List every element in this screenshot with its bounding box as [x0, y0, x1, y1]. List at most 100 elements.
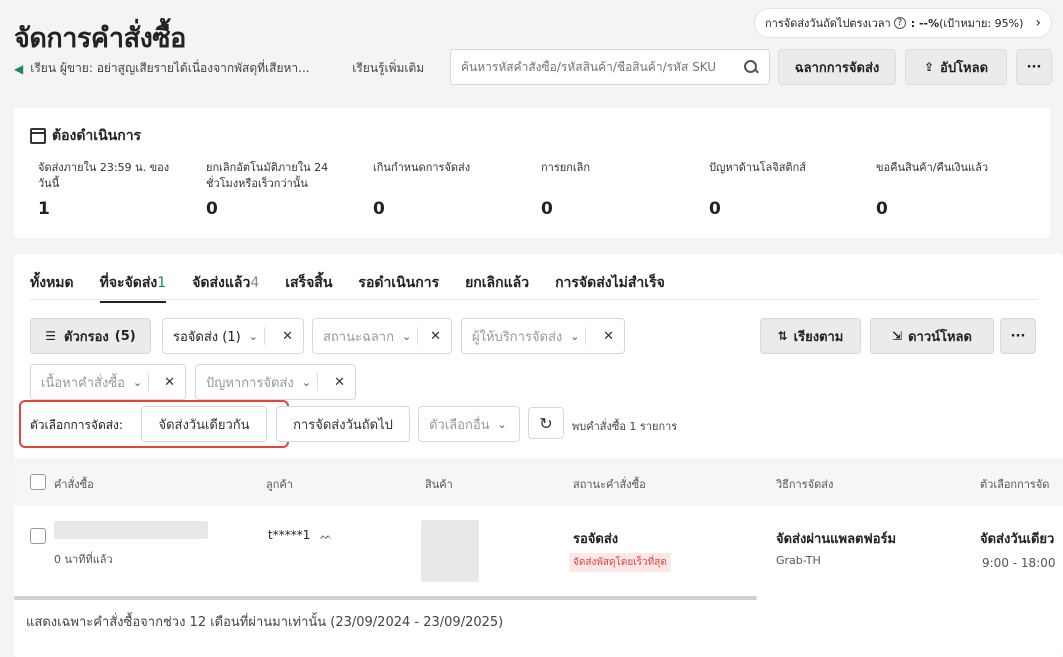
- filter-button[interactable]: ☰ ตัวกรอง (5): [30, 318, 151, 354]
- shipping-issue-placeholder: ปัญหาการจัดส่ง: [206, 375, 294, 391]
- shipping-option-value: จัดส่งวันเดียว: [980, 532, 1055, 547]
- sla-label: การจัดส่งวันถัดไปตรงเวลา: [765, 17, 891, 30]
- clear-icon[interactable]: ✕: [282, 329, 293, 344]
- delivery-window: 9:00 - 18:00: [982, 556, 1056, 570]
- row-checkbox[interactable]: [30, 528, 46, 544]
- seller-notice: ◀ เรียน ผู้ขาย: อย่าสูญเสียรายได้เนื่องจ…: [14, 59, 424, 78]
- to-do-label: ขอคืนสินค้า/คืนเงินแล้ว: [876, 161, 989, 174]
- order-tabs: ทั้งหมด ที่จะจัดส่ง1 จัดส่งแล้ว4 เสร็จสิ…: [30, 272, 691, 303]
- search-input[interactable]: [461, 60, 737, 74]
- filter-count: (5): [114, 328, 136, 344]
- to-do-cancellation[interactable]: การยกเลิก 0: [541, 160, 691, 219]
- to-do-title-text: ต้องดำเนินการ: [52, 128, 142, 144]
- tabs-divider: [30, 299, 1036, 300]
- horizontal-scrollbar[interactable]: [14, 596, 757, 600]
- next-day-option[interactable]: การจัดส่งวันถัดไป: [276, 406, 410, 442]
- product-thumbnail[interactable]: [421, 520, 479, 582]
- chevron-down-icon: ⌄: [301, 375, 311, 389]
- download-icon: ⇲: [892, 329, 903, 343]
- shipping-issue-filter[interactable]: ปัญหาการจัดส่ง ⌄ ✕: [195, 364, 356, 400]
- to-do-label: ยกเลิกอัตโนมัติภายใน 24 ชั่วโมงหรือเร็วก…: [206, 161, 329, 190]
- clear-icon[interactable]: ✕: [603, 329, 614, 344]
- clear-icon[interactable]: ✕: [334, 375, 345, 390]
- orders-panel: ทั้งหมด ที่จะจัดส่ง1 จัดส่งแล้ว4 เสร็จสิ…: [14, 254, 1063, 657]
- table-header: คำสั่งซื้อ ลูกค้า สินค้า สถานะคำสั่งซื้อ…: [14, 458, 1063, 506]
- chevron-down-icon: ⌄: [401, 329, 412, 343]
- upload-label: อัปโหลด: [940, 60, 989, 76]
- shipping-label-button[interactable]: ฉลากการจัดส่ง: [778, 49, 896, 85]
- chevron-down-icon: ⌄: [497, 417, 507, 431]
- more-options-button[interactable]: ···: [1016, 49, 1052, 85]
- chat-icon[interactable]: ᨓ: [320, 531, 332, 542]
- column-product: สินค้า: [425, 478, 453, 491]
- shipping-options-label: ตัวเลือกการจัดส่ง:: [30, 418, 123, 432]
- page-title: จัดการคำสั่งซื้อ: [14, 23, 186, 54]
- to-do-label: เกินกำหนดการจัดส่ง: [373, 161, 471, 174]
- sla-value: : --%: [910, 16, 940, 30]
- refresh-icon[interactable]: ↻: [528, 407, 564, 439]
- download-button[interactable]: ⇲ ดาวน์โหลด: [870, 318, 994, 354]
- clear-icon[interactable]: ✕: [430, 329, 441, 344]
- chevron-down-icon: ⌄: [132, 375, 143, 389]
- upload-button[interactable]: ⇪ อัปโหลด: [905, 49, 1007, 85]
- order-id-redacted: [54, 521, 208, 539]
- carrier-name: Grab-TH: [776, 554, 821, 567]
- clear-icon[interactable]: ✕: [164, 375, 175, 390]
- order-time: 0 นาทีที่แล้ว: [54, 553, 113, 566]
- tab-shipped[interactable]: จัดส่งแล้ว4: [192, 272, 259, 302]
- filter-label: ตัวกรอง: [64, 329, 109, 345]
- select-all-checkbox[interactable]: [30, 474, 46, 490]
- to-do-count: 0: [373, 199, 385, 219]
- chevron-down-icon: ⌄: [570, 329, 580, 343]
- status-badge: จัดส่งพัสดุโดยเร็วที่สุด: [569, 553, 671, 572]
- to-do-returns[interactable]: ขอคืนสินค้า/คืนเงินแล้ว 0: [876, 160, 1026, 219]
- chevron-down-icon: ⌄: [248, 329, 258, 343]
- same-day-option[interactable]: จัดส่งวันเดียวกัน: [141, 406, 267, 442]
- sort-label: เรียงตาม: [793, 329, 844, 345]
- order-content-placeholder: เนื้อหาคำสั่งซื้อ: [41, 375, 125, 391]
- to-do-ship-today[interactable]: จัดส่งภายใน 23:59 น. ของวันนี้ 1: [38, 160, 180, 219]
- order-search[interactable]: [450, 49, 770, 85]
- label-status-placeholder: สถานะฉลาก: [323, 329, 394, 345]
- shipping-method: จัดส่งผ่านแพลตฟอร์ม: [776, 532, 897, 547]
- learn-more-link[interactable]: เรียนรู้เพิ่มเติม: [352, 59, 424, 78]
- on-time-shipping-pill[interactable]: การจัดส่งวันถัดไปตรงเวลา ? : --% (เป้าหม…: [754, 8, 1052, 38]
- customer-name[interactable]: t*****1 ᨓ: [268, 528, 332, 542]
- shipping-provider-filter[interactable]: ผู้ให้บริการจัดส่ง ⌄ ✕: [461, 318, 625, 354]
- download-label: ดาวน์โหลด: [908, 329, 972, 345]
- tab-cancelled[interactable]: ยกเลิกแล้ว: [465, 272, 529, 302]
- to-do-label: การยกเลิก: [541, 161, 591, 174]
- to-ship-filter[interactable]: รอจัดส่ง (1) ⌄ ✕: [162, 318, 304, 354]
- sort-button[interactable]: ⇅ เรียงตาม: [760, 318, 861, 354]
- search-icon[interactable]: [743, 59, 759, 75]
- label-status-filter[interactable]: สถานะฉลาก ⌄ ✕: [312, 318, 452, 354]
- filter-icon: ☰: [45, 329, 57, 343]
- tab-to-ship[interactable]: ที่จะจัดส่ง1: [99, 272, 166, 303]
- tab-failed-delivery[interactable]: การจัดส่งไม่สำเร็จ: [555, 272, 665, 302]
- to-do-auto-cancel[interactable]: ยกเลิกอัตโนมัติภายใน 24 ชั่วโมงหรือเร็วก…: [206, 160, 356, 219]
- tab-completed[interactable]: เสร็จสิ้น: [285, 272, 332, 302]
- to-do-label: จัดส่งภายใน 23:59 น. ของวันนี้: [38, 161, 170, 190]
- column-order: คำสั่งซื้อ: [54, 478, 94, 491]
- notice-text: เรียน ผู้ขาย: อย่าสูญเสียรายได้เนื่องจาก…: [30, 61, 310, 75]
- shipping-provider-placeholder: ผู้ให้บริการจัดส่ง: [472, 329, 563, 345]
- order-status: รอจัดส่ง: [573, 532, 619, 547]
- to-do-count: 1: [38, 199, 50, 219]
- more-options-button[interactable]: ···: [1000, 318, 1036, 354]
- order-content-filter[interactable]: เนื้อหาคำสั่งซื้อ ⌄ ✕: [30, 364, 186, 400]
- to-do-count: 0: [541, 199, 553, 219]
- table-row[interactable]: 0 นาทีที่แล้ว t*****1 ᨓ รอจัดส่ง จัดส่งพ…: [14, 506, 1063, 586]
- tab-pending[interactable]: รอดำเนินการ: [358, 272, 439, 302]
- tab-count: 4: [250, 275, 260, 291]
- to-ship-filter-value: รอจัดส่ง (1): [173, 329, 241, 345]
- sort-icon: ⇅: [777, 329, 788, 343]
- to-do-title: ต้องดำเนินการ: [30, 125, 141, 147]
- results-count: พบคำสั่งซื้อ 1 รายการ: [572, 420, 678, 433]
- tab-all[interactable]: ทั้งหมด: [30, 272, 74, 302]
- to-do-overdue[interactable]: เกินกำหนดการจัดส่ง 0: [373, 160, 523, 219]
- chevron-right-icon: ›: [1035, 15, 1041, 31]
- other-options-placeholder: ตัวเลือกอื่น: [429, 417, 490, 433]
- to-do-logistics-issue[interactable]: ปัญหาด้านโลจิสติกส์ 0: [709, 160, 859, 219]
- help-icon[interactable]: ?: [893, 17, 906, 29]
- other-options-dropdown[interactable]: ตัวเลือกอื่น ⌄: [418, 406, 520, 442]
